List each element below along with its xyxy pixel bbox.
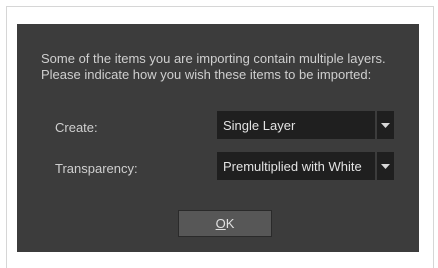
transparency-dropdown[interactable]: Premultiplied with White: [217, 152, 394, 180]
create-label: Create:: [55, 120, 98, 135]
page: Some of the items you are importing cont…: [0, 0, 438, 268]
create-dropdown[interactable]: Single Layer: [217, 111, 394, 139]
ok-button-label-rest: K: [225, 216, 235, 231]
transparency-label: Transparency:: [55, 161, 138, 176]
create-dropdown-value: Single Layer: [223, 117, 296, 133]
message-line-1: Some of the items you are importing cont…: [41, 51, 386, 66]
message-line-2: Please indicate how you wish these items…: [41, 67, 372, 82]
chevron-down-icon[interactable]: [375, 152, 394, 180]
dialog-message: Some of the items you are importing cont…: [41, 51, 411, 83]
chevron-down-icon[interactable]: [375, 111, 394, 139]
ok-button[interactable]: OK: [178, 210, 272, 237]
import-layers-dialog: Some of the items you are importing cont…: [17, 24, 419, 252]
ok-button-mnemonic: O: [215, 216, 226, 231]
transparency-dropdown-value: Premultiplied with White: [223, 158, 362, 174]
